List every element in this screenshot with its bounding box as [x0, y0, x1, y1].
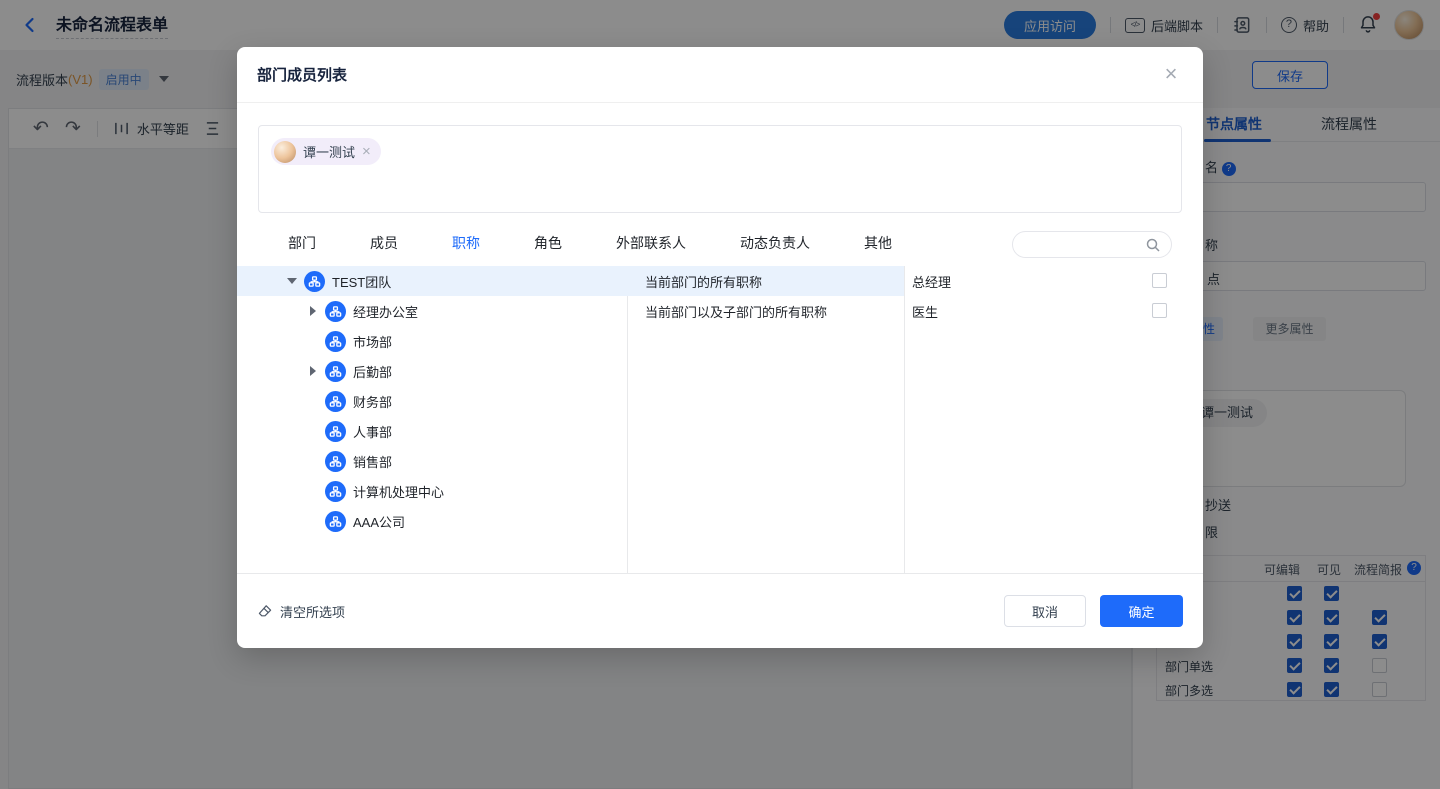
org-icon — [304, 271, 325, 292]
tree-node-label: 财务部 — [353, 392, 392, 411]
tree-node-label: 人事部 — [353, 422, 392, 441]
org-icon — [325, 511, 346, 532]
tree-node-label: 经理办公室 — [353, 302, 418, 321]
tree-node[interactable]: 后勤部 — [237, 356, 627, 386]
selected-member-chip: 谭一测试 × — [271, 138, 381, 165]
scope-option[interactable]: 当前部门以及子部门的所有职称 — [627, 296, 904, 326]
org-icon — [325, 421, 346, 442]
remove-member-icon[interactable]: × — [362, 144, 371, 159]
tree-children: 经理办公室市场部后勤部财务部人事部销售部计算机处理中心 AAA公司 — [237, 296, 627, 536]
tree-node-label: AAA公司 — [353, 512, 405, 531]
job-titles-column: 总经理 医生 — [904, 266, 1182, 573]
tree-node-label: 销售部 — [353, 452, 392, 471]
org-icon — [325, 301, 346, 322]
tree-node-label: TEST团队 — [332, 272, 391, 291]
clear-selection-button[interactable]: 清空所选项 — [257, 602, 345, 621]
tab-role[interactable]: 角色 — [534, 228, 562, 263]
org-icon — [325, 481, 346, 502]
job-title-checkbox[interactable] — [1152, 273, 1167, 288]
department-tree: TEST团队 经理办公室市场部后勤部财务部人事部销售部计算机处理中心 AAA公司 — [237, 266, 627, 573]
search-input[interactable] — [1012, 231, 1172, 258]
modal-footer: 清空所选项 取消 确定 — [237, 573, 1203, 648]
scope-options-column: 当前部门的所有职称 当前部门以及子部门的所有职称 — [627, 266, 904, 573]
org-icon — [325, 331, 346, 352]
tab-dynamic-owner[interactable]: 动态负责人 — [740, 228, 810, 263]
tree-node[interactable]: 计算机处理中心 — [237, 476, 627, 506]
tree-node-label: 计算机处理中心 — [353, 482, 444, 501]
tree-node[interactable]: 经理办公室 — [237, 296, 627, 326]
expand-arrow-icon[interactable] — [305, 306, 321, 316]
tree-node[interactable]: AAA公司 — [237, 506, 627, 536]
tab-department[interactable]: 部门 — [288, 228, 316, 263]
job-title-checkbox[interactable] — [1152, 303, 1167, 318]
modal-header: 部门成员列表 × — [237, 47, 1203, 103]
member-avatar — [274, 141, 296, 163]
search-icon — [1145, 237, 1161, 253]
app-window: 未命名流程表单 应用访问 </> 后端脚本 ? 帮助 — [0, 0, 1440, 789]
tree-node-label: 后勤部 — [353, 362, 392, 381]
scope-option[interactable]: 当前部门的所有职称 — [627, 266, 904, 296]
tree-node-label: 市场部 — [353, 332, 392, 351]
org-icon — [325, 391, 346, 412]
tab-external-contact[interactable]: 外部联系人 — [616, 228, 686, 263]
tree-node[interactable]: 销售部 — [237, 446, 627, 476]
tree-node[interactable]: 财务部 — [237, 386, 627, 416]
tab-other[interactable]: 其他 — [864, 228, 892, 263]
job-title-row[interactable]: 总经理 — [904, 266, 1182, 296]
cancel-button[interactable]: 取消 — [1004, 595, 1086, 627]
selection-columns: TEST团队 经理办公室市场部后勤部财务部人事部销售部计算机处理中心AAA公司 … — [237, 266, 1203, 573]
eraser-icon — [257, 603, 273, 619]
org-icon — [325, 451, 346, 472]
modal-title: 部门成员列表 — [257, 64, 347, 85]
confirm-button[interactable]: 确定 — [1100, 595, 1183, 627]
selected-members-box[interactable]: 谭一测试 × — [258, 125, 1182, 213]
tree-node[interactable]: 人事部 — [237, 416, 627, 446]
member-name: 谭一测试 — [303, 142, 355, 161]
tree-node[interactable]: 市场部 — [237, 326, 627, 356]
tab-job-title[interactable]: 职称 — [452, 228, 480, 263]
job-title-row[interactable]: 医生 — [904, 296, 1182, 326]
org-icon — [325, 361, 346, 382]
tree-node-root[interactable]: TEST团队 — [237, 266, 627, 296]
collapse-arrow-icon[interactable] — [284, 278, 300, 284]
expand-arrow-icon[interactable] — [305, 366, 321, 376]
tab-member[interactable]: 成员 — [370, 228, 398, 263]
department-member-modal: 部门成员列表 × 谭一测试 × 部门 成员 职称 角色 外部联系人 动态负责人 … — [237, 47, 1203, 648]
close-icon[interactable]: × — [1157, 61, 1185, 89]
